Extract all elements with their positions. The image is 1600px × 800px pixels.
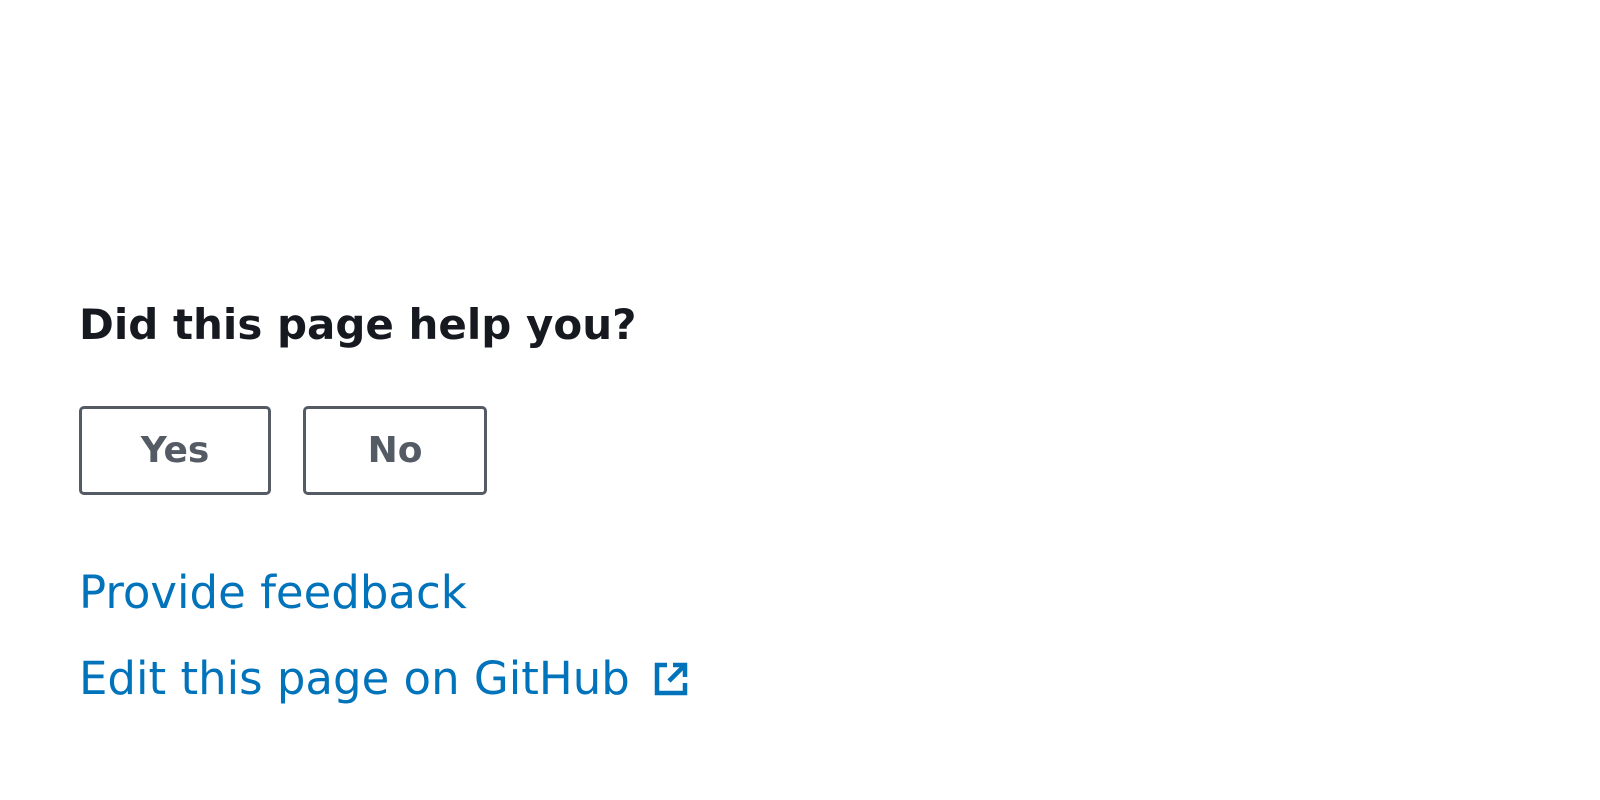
feedback-section: Did this page help you? Yes No Provide f… (79, 300, 979, 707)
edit-on-github-label: Edit this page on GitHub (79, 652, 630, 706)
yes-button[interactable]: Yes (79, 406, 271, 496)
provide-feedback-label: Provide feedback (79, 566, 467, 620)
feedback-buttons: Yes No (79, 406, 979, 496)
provide-feedback-link[interactable]: Provide feedback (79, 565, 979, 621)
feedback-heading: Did this page help you? (79, 300, 637, 349)
no-button[interactable]: No (303, 406, 487, 496)
feedback-links: Provide feedback Edit this page on GitHu… (79, 565, 979, 707)
edit-on-github-link[interactable]: Edit this page on GitHub (79, 651, 979, 707)
external-link-icon (652, 660, 690, 698)
